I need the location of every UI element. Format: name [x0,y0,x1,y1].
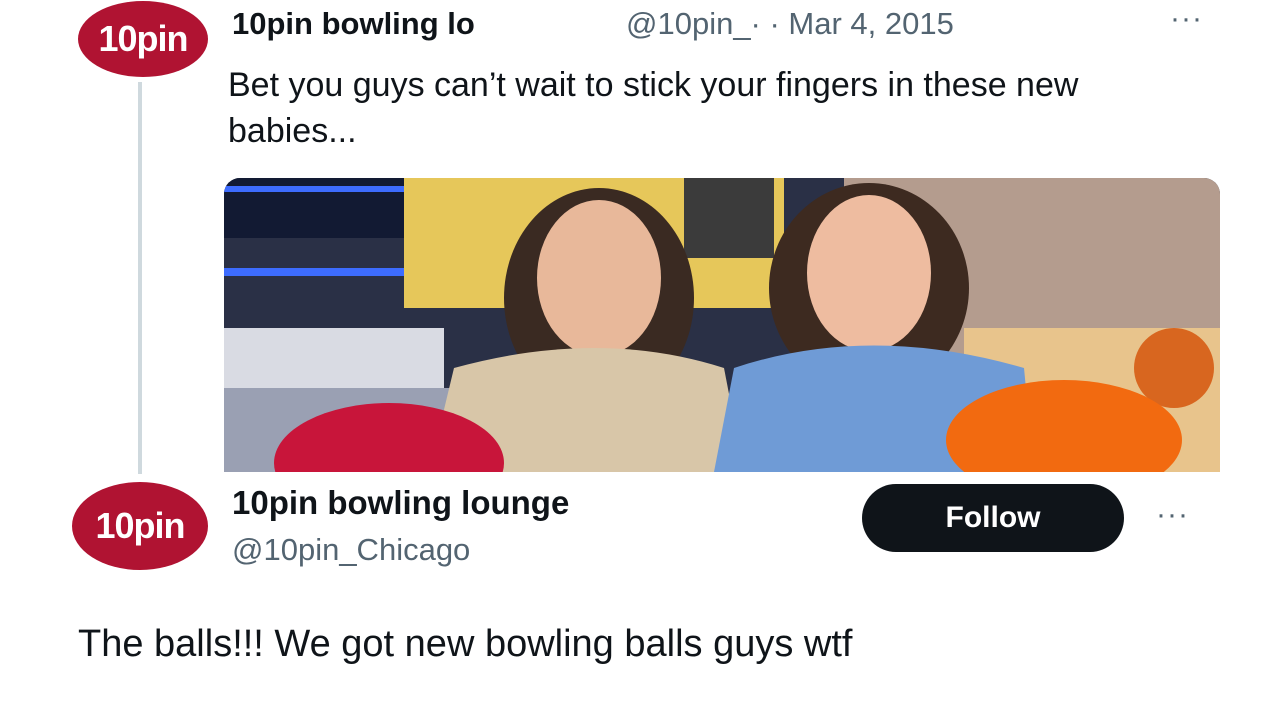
follow-button[interactable]: Follow [862,484,1124,552]
author-handle-and-date[interactable]: @10pin_· · Mar 4, 2015 [626,6,954,42]
thread-connector-line [138,82,142,474]
author-display-name[interactable]: 10pin bowling lounge [232,484,569,522]
more-options-icon[interactable]: ··· [1156,498,1189,532]
tweet-text: Bet you guys can’t wait to stick your fi… [228,66,1079,150]
tweet-text: The balls!!! We got new bowling balls gu… [78,623,853,665]
author-display-name[interactable]: 10pin bowling lo [232,6,475,42]
author-handle[interactable]: @10pin_Chicago [232,532,470,568]
avatar[interactable]: 10pin [72,482,208,570]
tweet-media-image[interactable] [224,178,1220,472]
photo-icon [224,178,1220,472]
avatar[interactable]: 10pin [78,1,208,77]
more-options-icon[interactable]: ··· [1170,2,1203,36]
